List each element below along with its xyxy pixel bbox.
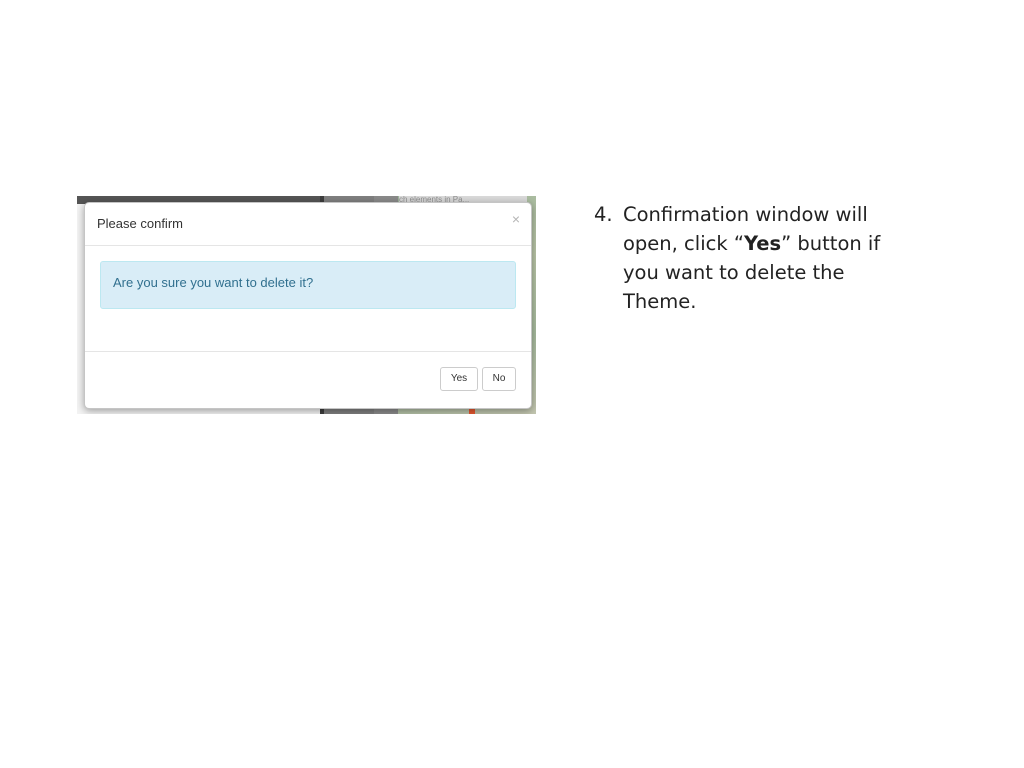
dialog-footer: Yes No (85, 351, 531, 408)
yes-button[interactable]: Yes (440, 367, 478, 391)
dialog-header: Please confirm × (85, 203, 531, 246)
dialog-message: Are you sure you want to delete it? (113, 275, 314, 290)
step-number: 4. (594, 203, 613, 226)
step-text-emphasis: Yes (743, 232, 782, 255)
no-button[interactable]: No (482, 367, 516, 391)
step-text: Confirmation window will open, click “Ye… (623, 200, 893, 316)
screenshot-panel: ch elements in Pa... Please confirm × Ar… (77, 196, 536, 414)
close-icon[interactable]: × (512, 212, 520, 226)
dialog-title: Please confirm (97, 216, 183, 231)
dialog-alert: Are you sure you want to delete it? (100, 261, 516, 309)
confirm-dialog: Please confirm × Are you sure you want t… (84, 202, 532, 409)
